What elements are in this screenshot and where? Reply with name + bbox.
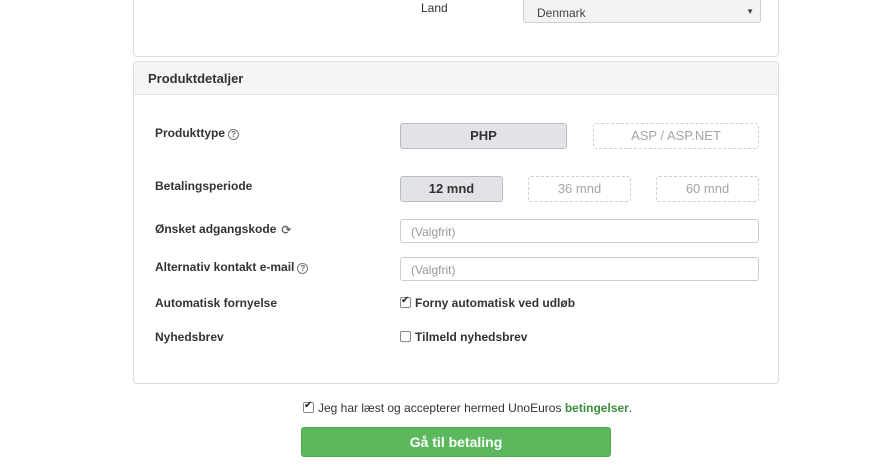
land-select-value: Denmark <box>537 6 586 20</box>
terms-suffix: . <box>628 401 633 415</box>
fornyelse-checkbox-label: Forny automatisk ved udløb <box>415 296 576 310</box>
help-icon[interactable]: ? <box>228 129 240 140</box>
periode-option-12[interactable]: 12 mnd <box>400 176 503 202</box>
fornyelse-checkbox[interactable] <box>400 295 411 308</box>
product-details-panel: Produktdetaljer Produkttype? PHP ASP / A… <box>133 61 779 384</box>
nyhedsbrev-checkbox-row[interactable]: Tilmeld nyhedsbrev <box>400 330 527 344</box>
address-panel: Land Denmark ▼ <box>133 0 779 57</box>
nyhedsbrev-checkbox-label: Tilmeld nyhedsbrev <box>415 330 528 344</box>
fornyelse-checkbox-row[interactable]: Forny automatisk ved udløb <box>400 295 576 310</box>
adgangskode-input[interactable]: (Valgfrit) <box>400 219 759 243</box>
periode-option-36[interactable]: 36 mnd <box>528 176 631 202</box>
produkttype-label: Produkttype? <box>155 126 240 140</box>
terms-text: Jeg har læst og accepterer hermed UnoEur… <box>318 401 562 415</box>
refresh-icon[interactable]: ⟳ <box>281 223 291 237</box>
go-to-payment-button[interactable]: Gå til betaling <box>301 427 611 457</box>
help-icon[interactable]: ? <box>297 263 309 274</box>
kontakt-email-label: Alternativ kontakt e-mail? <box>155 260 309 274</box>
land-select[interactable]: Denmark ▼ <box>523 0 761 23</box>
terms-link[interactable]: betingelser <box>565 401 629 415</box>
land-label: Land <box>421 1 448 15</box>
produkttype-option-php[interactable]: PHP <box>400 123 567 149</box>
panel-title: Produktdetaljer <box>134 62 778 95</box>
kontakt-email-input[interactable]: (Valgfrit) <box>400 257 759 281</box>
nyhedsbrev-checkbox[interactable] <box>400 331 411 342</box>
adgangskode-label: Ønsket adgangskode ⟳ <box>155 222 292 237</box>
periode-option-60[interactable]: 60 mnd <box>656 176 759 202</box>
chevron-down-icon: ▼ <box>746 7 754 16</box>
terms-checkbox[interactable] <box>303 400 314 413</box>
produkttype-option-asp[interactable]: ASP / ASP.NET <box>593 123 759 149</box>
terms-row: Jeg har læst og accepterer hermed UnoEur… <box>303 400 633 415</box>
fornyelse-label: Automatisk fornyelse <box>155 296 278 310</box>
nyhedsbrev-label: Nyhedsbrev <box>155 330 224 344</box>
betalingsperiode-label: Betalingsperiode <box>155 179 253 193</box>
